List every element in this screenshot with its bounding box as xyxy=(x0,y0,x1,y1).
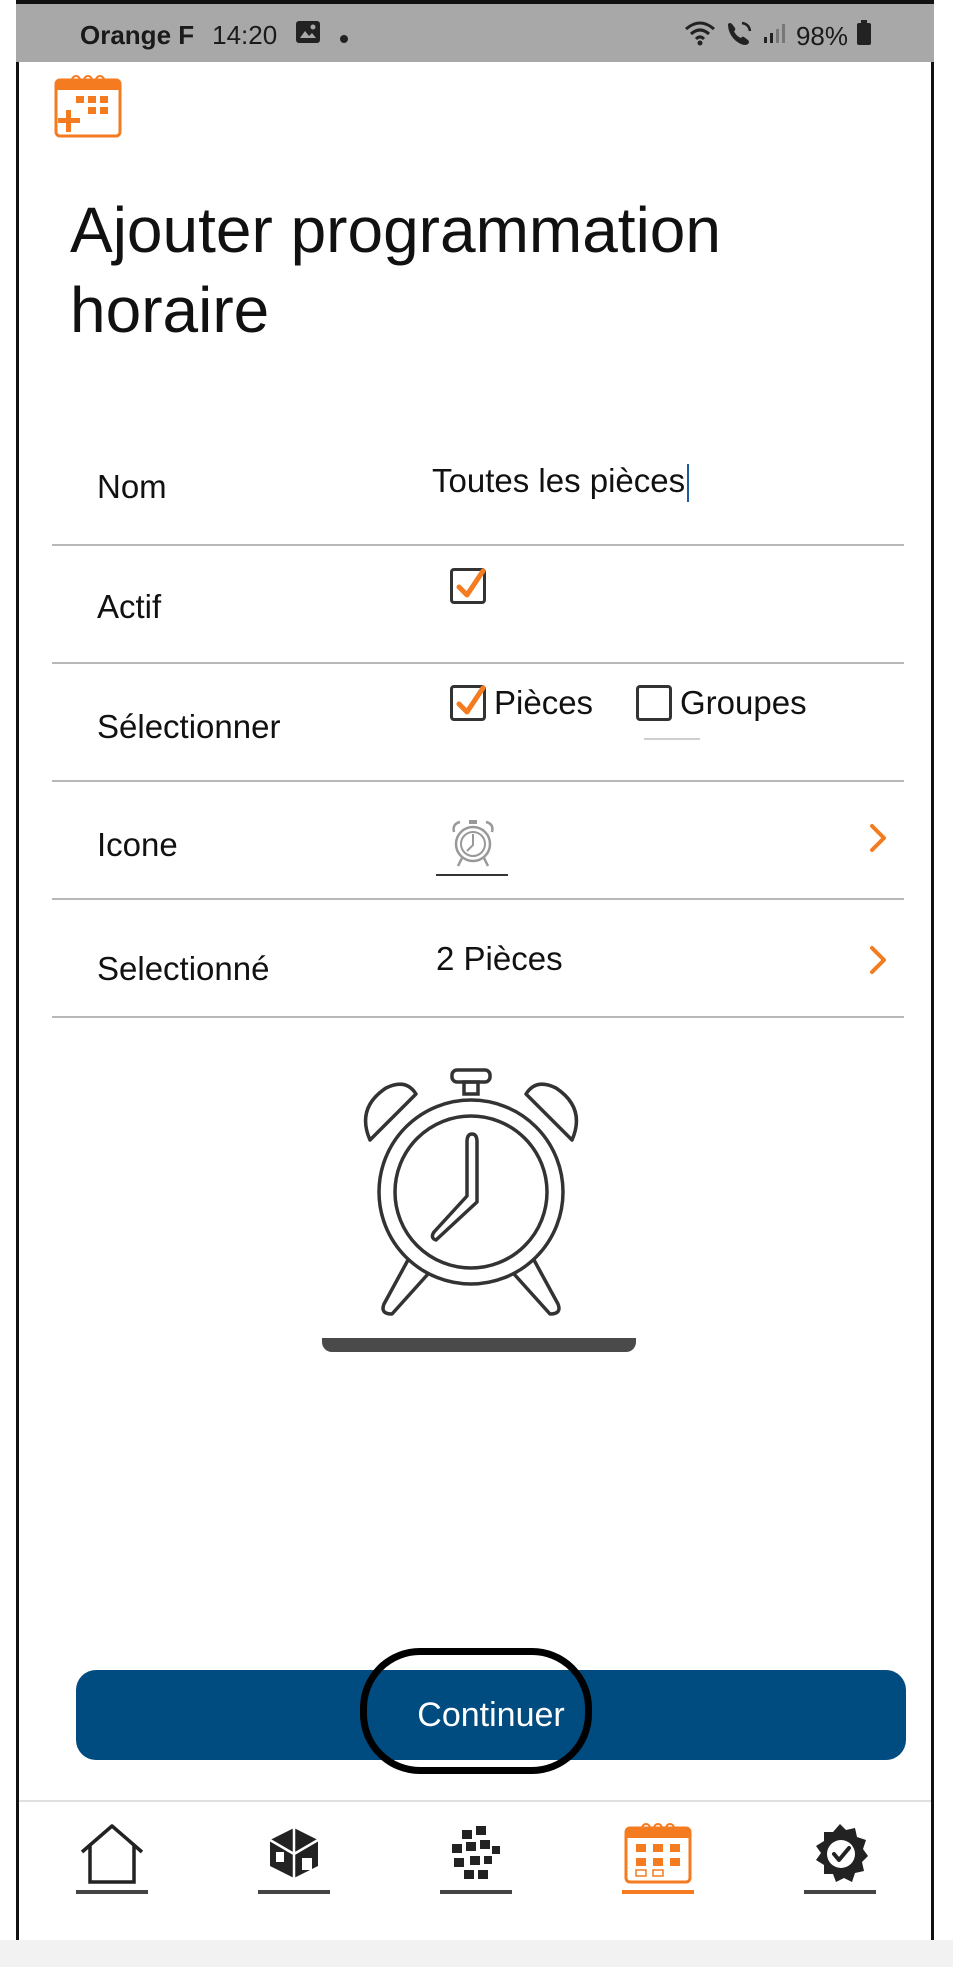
calendar-add-icon xyxy=(54,74,124,138)
battery-level: 98% xyxy=(795,21,848,51)
alarm-clock-icon[interactable] xyxy=(446,818,500,875)
groups-option[interactable]: Groupes xyxy=(636,684,807,722)
dot-icon xyxy=(339,20,349,51)
name-value: Toutes les pièces xyxy=(432,462,686,499)
system-nav-strip xyxy=(0,1940,953,1967)
nav-groups[interactable] xyxy=(440,1820,520,1900)
call-icon xyxy=(724,20,754,53)
nav-rooms-underline xyxy=(258,1890,330,1894)
status-time: 14:20 xyxy=(212,20,278,50)
carrier-name: Orange F xyxy=(80,20,195,50)
image-icon xyxy=(295,20,321,51)
alarm-clock-preview-icon xyxy=(356,1064,586,1334)
text-cursor xyxy=(687,464,690,503)
selected-label: Selectionné xyxy=(97,950,270,987)
nav-groups-underline xyxy=(440,1890,512,1894)
nav-home[interactable] xyxy=(76,1820,156,1900)
groups-underline xyxy=(644,738,700,740)
nav-home-underline xyxy=(76,1890,148,1894)
nav-rooms[interactable] xyxy=(258,1820,338,1900)
nav-schedule[interactable] xyxy=(622,1820,702,1900)
nav-settings[interactable] xyxy=(804,1820,884,1900)
chevron-right-icon[interactable] xyxy=(868,942,890,978)
icon-label: Icone xyxy=(97,826,178,863)
select-row: Sélectionner Pièces Groupes xyxy=(52,664,904,782)
chevron-right-icon[interactable] xyxy=(868,820,890,856)
battery-icon xyxy=(856,20,872,53)
rooms-checkbox[interactable] xyxy=(450,685,486,721)
selected-value: 2 Pièces xyxy=(436,940,563,977)
nav-settings-underline xyxy=(804,1890,876,1894)
name-label: Nom xyxy=(97,468,167,505)
wifi-icon xyxy=(684,20,716,53)
group-icon xyxy=(452,1826,500,1879)
active-checkbox[interactable] xyxy=(450,568,486,604)
rooms-label: Pièces xyxy=(494,684,594,721)
room-icon xyxy=(269,1828,319,1878)
selected-row[interactable]: Selectionné 2 Pièces xyxy=(52,900,904,1018)
rooms-option[interactable]: Pièces xyxy=(450,684,593,722)
continue-button[interactable]: Continuer xyxy=(76,1670,906,1760)
status-bar: Orange F 14:20 98% xyxy=(16,0,934,62)
icon-underline xyxy=(436,874,508,876)
groups-checkbox[interactable] xyxy=(636,685,672,721)
signal-icon xyxy=(762,21,788,52)
page-title: Ajouter programmation horaire xyxy=(70,194,721,346)
active-row: Actif xyxy=(52,546,904,664)
preview-underline xyxy=(322,1338,636,1352)
name-row: Nom Toutes les pièces xyxy=(52,428,904,546)
icon-row[interactable]: Icone xyxy=(52,782,904,900)
bottom-nav-divider xyxy=(19,1800,931,1802)
nav-schedule-underline xyxy=(622,1890,694,1894)
schedule-icon xyxy=(624,1823,692,1884)
name-input[interactable]: Toutes les pièces xyxy=(432,462,690,503)
home-icon xyxy=(80,1824,144,1884)
groups-label: Groupes xyxy=(680,684,807,721)
settings-icon xyxy=(816,1824,868,1882)
select-label: Sélectionner xyxy=(97,708,281,745)
active-label: Actif xyxy=(97,588,162,625)
